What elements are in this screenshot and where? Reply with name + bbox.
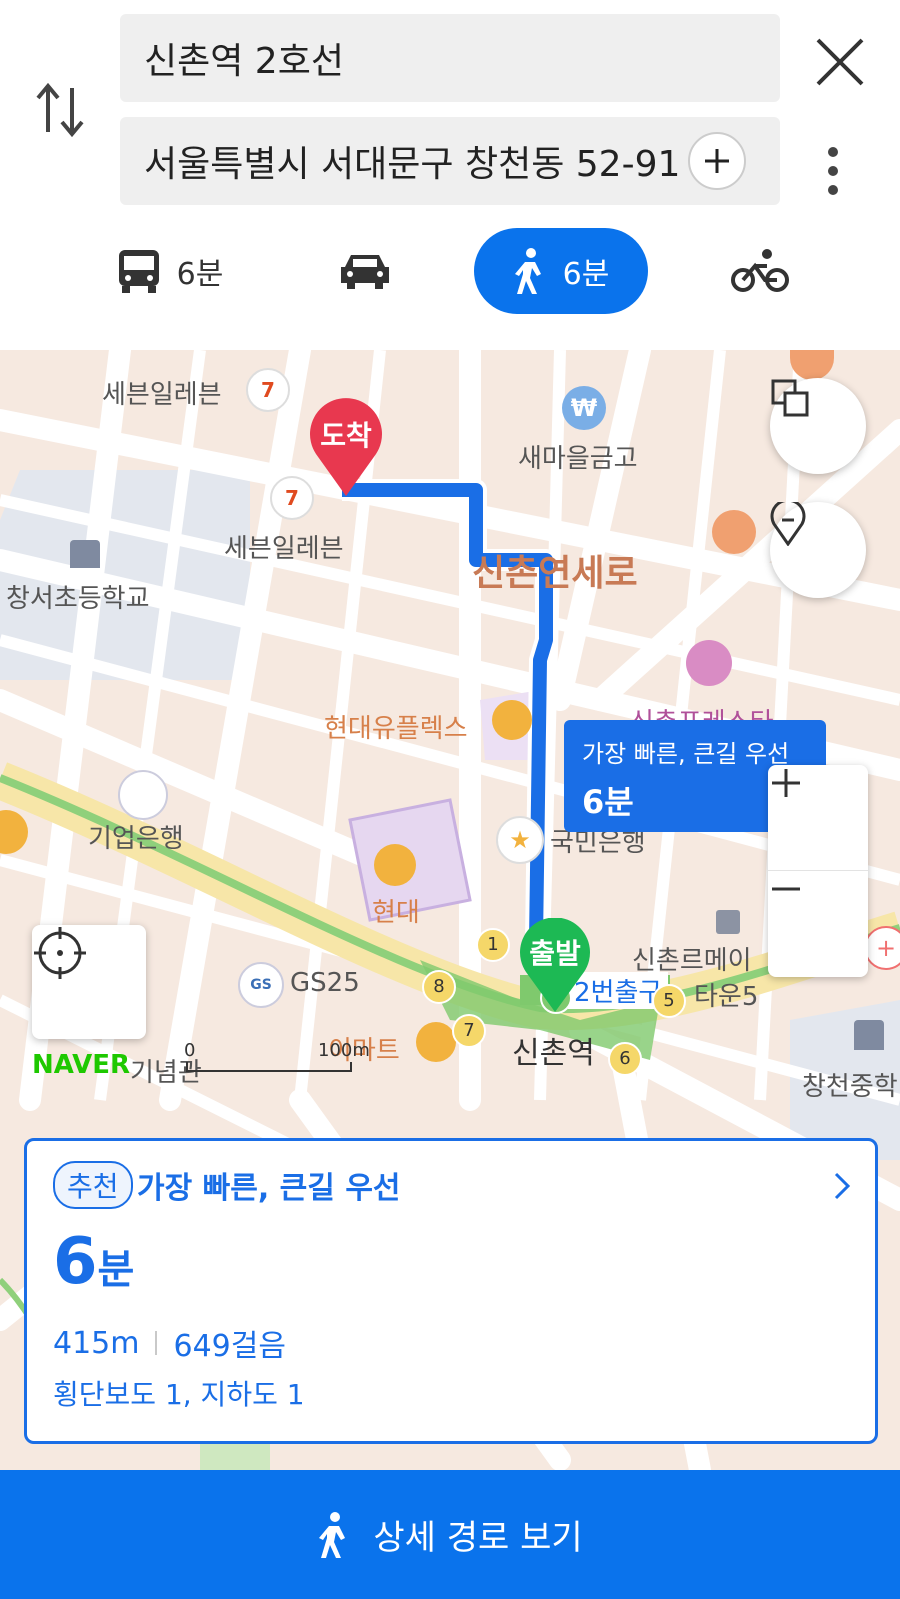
view-route-details-button[interactable]: 상세 경로 보기 — [0, 1470, 900, 1599]
route-detail-chevron[interactable] — [827, 1171, 857, 1201]
crosshair-icon — [34, 927, 86, 979]
poi-meitown-2: 타운5 — [694, 982, 759, 1012]
poi-hyundai: 현대 — [372, 898, 420, 928]
minus-icon — [772, 887, 800, 891]
poi-seven-eleven-2: 세븐일레븐 — [224, 534, 344, 564]
exit-number-5: 5 — [652, 984, 686, 1018]
exit-number-8: 8 — [422, 970, 456, 1004]
poi-seven-eleven-1: 세븐일레븐 — [102, 380, 222, 410]
divider — [155, 1331, 158, 1355]
plus-icon — [772, 769, 800, 797]
poi-gs25: GS25 — [290, 968, 360, 998]
poi-sinchon-station: 신촌역 — [512, 1036, 595, 1071]
layers-icon — [771, 379, 809, 417]
school-icon — [70, 540, 100, 568]
gs25-icon: GS — [238, 962, 284, 1008]
zoom-control — [768, 765, 868, 977]
depart-pin[interactable]: 출발 — [518, 918, 592, 1014]
naver-logo: NAVER — [32, 1050, 131, 1080]
view-route-details-label: 상세 경로 보기 — [373, 1518, 583, 1558]
exit-number-1: 1 — [476, 928, 510, 962]
poi-ibk: 기업은행 — [88, 824, 184, 854]
route-duration: 6분 — [53, 1225, 134, 1299]
route-crossing-info: 횡단보도 1, 지하도 1 — [53, 1378, 305, 1411]
swap-icon — [36, 82, 84, 138]
destination-text: 서울특별시 서대문구 창천동 52-91 — [144, 144, 681, 185]
plus-icon — [705, 149, 729, 173]
route-duration-number: 6 — [53, 1225, 98, 1299]
poi-uplex: 현대유플렉스 — [324, 714, 468, 744]
bike-icon — [731, 249, 789, 292]
depart-label: 출발 — [529, 937, 581, 970]
bank-icon: ★ — [496, 816, 544, 864]
route-distance: 415m — [53, 1325, 140, 1361]
exit-number-7: 7 — [452, 1014, 486, 1048]
swap-button[interactable] — [30, 78, 90, 142]
walk-icon — [319, 1511, 346, 1558]
close-icon — [816, 38, 864, 86]
hospital-icon: + — [864, 926, 900, 970]
search-panel: 신촌역 2호선 서울특별시 서대문구 창천동 52-91 6분 6분 — [0, 0, 900, 350]
zoom-out-button[interactable] — [768, 871, 868, 976]
bubble-route-label: 가장 빠른, 큰길 우선 — [582, 740, 790, 768]
scale-zero: 0 — [184, 1040, 196, 1061]
tab-bike[interactable] — [720, 228, 800, 314]
bus-time: 6분 — [176, 257, 224, 292]
school-icon — [854, 1020, 884, 1050]
add-waypoint-button[interactable] — [688, 132, 746, 190]
bank-icon — [118, 770, 168, 820]
route-title: 가장 빠른, 큰길 우선 — [137, 1171, 401, 1206]
bank-icon: ₩ — [562, 386, 606, 430]
location-pin-icon — [770, 502, 806, 546]
arrive-label: 도착 — [320, 419, 372, 452]
more-vertical-icon — [828, 147, 838, 195]
scale-bar — [186, 1062, 352, 1072]
tab-walk[interactable]: 6분 — [474, 228, 648, 314]
shopping-icon — [492, 700, 532, 740]
arrive-pin[interactable]: 도착 — [308, 398, 384, 498]
poi-saemaul-bank: 새마을금고 — [518, 444, 638, 474]
walk-time: 6분 — [562, 257, 610, 292]
street-label: 신촌연세로 — [472, 553, 638, 594]
car-icon — [341, 255, 389, 289]
building-icon — [716, 910, 740, 934]
chevron-right-icon — [834, 1172, 851, 1200]
poi-changcheon-school: 창천중학 — [802, 1072, 898, 1102]
my-location-button[interactable] — [32, 925, 146, 1039]
destination-field[interactable]: 서울특별시 서대문구 창천동 52-91 — [120, 117, 780, 205]
cafe-icon — [712, 510, 756, 554]
map-location-pin-button[interactable] — [770, 502, 866, 598]
zoom-in-button[interactable] — [768, 765, 868, 871]
transport-mode-tabs: 6분 6분 — [0, 228, 900, 314]
recommend-badge: 추천 — [53, 1161, 133, 1209]
exit-number-6: 6 — [608, 1042, 642, 1076]
map-layers-button[interactable] — [770, 378, 866, 474]
convenience-store-icon: 7 — [246, 368, 290, 412]
tab-bus[interactable]: 6분 — [105, 228, 235, 314]
hotel-icon — [686, 640, 732, 686]
origin-field[interactable]: 신촌역 2호선 — [120, 14, 780, 102]
scale-distance: 100m — [318, 1040, 370, 1061]
close-button[interactable] — [812, 34, 868, 90]
route-distance-row: 415m 649걸음 — [53, 1321, 286, 1365]
origin-text: 신촌역 2호선 — [144, 41, 344, 82]
route-steps: 649걸음 — [173, 1329, 286, 1364]
shopping-icon — [416, 1022, 456, 1062]
shopping-icon — [374, 844, 416, 886]
more-button[interactable] — [826, 145, 840, 197]
route-duration-unit: 분 — [97, 1247, 135, 1293]
walk-icon — [514, 248, 541, 294]
tab-car[interactable] — [320, 228, 410, 314]
poi-changseo-school: 창서초등학교 — [6, 584, 150, 614]
route-summary-card[interactable]: 추천 가장 빠른, 큰길 우선 6분 415m 649걸음 횡단보도 1, 지하… — [24, 1138, 878, 1444]
poi-meitown-1: 신촌르메이 — [632, 946, 752, 976]
bus-icon — [118, 250, 159, 293]
